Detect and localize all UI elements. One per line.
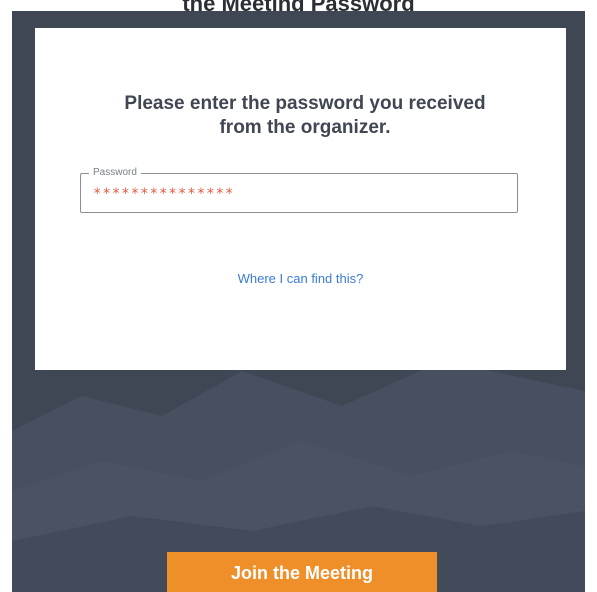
- password-input[interactable]: ***************: [93, 187, 234, 201]
- password-card: Please enter the password you received f…: [35, 28, 566, 370]
- join-meeting-button[interactable]: Join the Meeting: [167, 552, 437, 592]
- password-field-label: Password: [89, 166, 141, 180]
- meeting-join-screen: Please enter the password you received f…: [12, 11, 585, 592]
- password-prompt: Please enter the password you received f…: [124, 93, 486, 138]
- password-field[interactable]: Password ***************: [80, 166, 518, 213]
- where-to-find-link[interactable]: Where I can find this?: [35, 271, 566, 286]
